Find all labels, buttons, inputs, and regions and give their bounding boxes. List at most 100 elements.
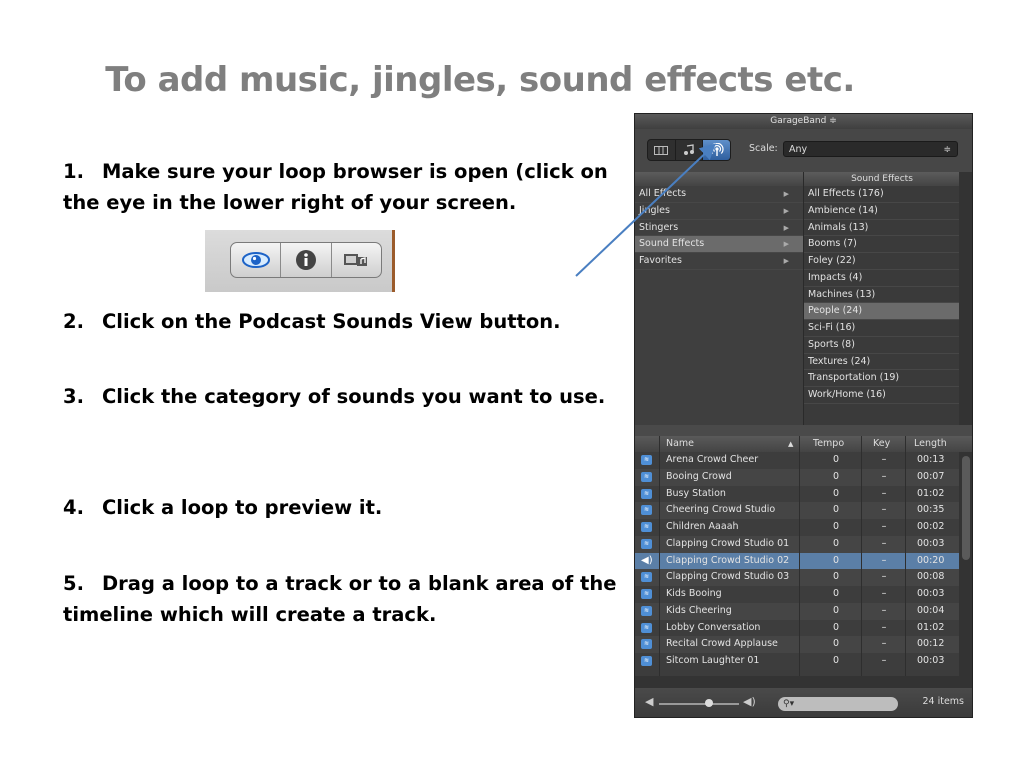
table-row-selected[interactable]: ◀) Clapping Crowd Studio 02 0–00:20 xyxy=(635,552,959,570)
pane-splitter[interactable] xyxy=(635,425,972,436)
search-input[interactable]: ⚲▾ xyxy=(778,697,898,711)
column-header-length[interactable]: Length xyxy=(914,436,947,452)
chevron-right-icon: ▶ xyxy=(783,223,789,232)
info-button[interactable] xyxy=(281,243,332,277)
preview-volume-slider[interactable] xyxy=(659,703,739,705)
subcategory-item[interactable]: Booms (7) xyxy=(804,236,960,253)
volume-low-icon: ◀ xyxy=(645,695,654,708)
step-text: Drag a loop to a track or to a blank are… xyxy=(63,572,617,626)
step-5: 5. Drag a loop to a track or to a blank a… xyxy=(63,568,623,630)
subcategory-item[interactable]: Machines (13) xyxy=(804,287,960,304)
sort-ascending-icon: ▲ xyxy=(788,440,794,448)
table-row[interactable]: ≋ Kids Cheering 0–00:04 xyxy=(635,602,959,620)
step-text: Click on the Podcast Sounds View button. xyxy=(101,310,561,333)
step-number: 3. xyxy=(63,385,84,408)
item-count: 24 items xyxy=(922,696,964,707)
media-browser-icon xyxy=(344,254,368,266)
chevron-right-icon: ▶ xyxy=(783,240,789,249)
table-row[interactable]: ≋ Lobby Conversation 0–01:02 xyxy=(635,619,959,637)
table-row[interactable]: ≋ Arena Crowd Cheer 0–00:13 xyxy=(635,452,959,469)
column-view-button[interactable] xyxy=(648,140,676,160)
speaker-playing-icon: ◀) xyxy=(641,554,653,566)
volume-slider-knob[interactable] xyxy=(705,699,713,707)
audio-loop-icon: ≋ xyxy=(641,488,652,499)
table-row[interactable]: ≋ Recital Crowd Applause 0–00:12 xyxy=(635,636,959,653)
subcategory-item[interactable]: Impacts (4) xyxy=(804,270,960,287)
column-header-key[interactable]: Key xyxy=(873,436,890,452)
subcategory-header: Sound Effects xyxy=(804,172,960,186)
step-text: Click a loop to preview it. xyxy=(101,496,383,519)
table-row[interactable]: ≋ Children Aaaah 0–00:02 xyxy=(635,519,959,536)
table-row[interactable]: ≋ Clapping Crowd Studio 03 0–00:08 xyxy=(635,569,959,586)
chevron-right-icon: ▶ xyxy=(783,257,789,265)
subcategory-item[interactable]: Textures (24) xyxy=(804,354,960,371)
subcategory-item[interactable]: Work/Home (16) xyxy=(804,387,960,404)
step-2: 2. Click on the Podcast Sounds View butto… xyxy=(63,306,623,337)
table-row[interactable]: ≋ Cheering Crowd Studio 0–00:35 xyxy=(635,502,959,519)
subcategory-item[interactable]: All Effects (176) xyxy=(804,186,960,203)
chevron-right-icon: ▶ xyxy=(783,206,789,215)
results-table-header: Name ▲ Tempo Key Length xyxy=(635,436,972,452)
audio-loop-icon: ≋ xyxy=(641,622,652,633)
loop-browser-eye-button[interactable] xyxy=(231,243,282,277)
subcategory-item[interactable]: Ambience (14) xyxy=(804,203,960,220)
subcategory-item[interactable]: Transportation (19) xyxy=(804,370,960,387)
audio-loop-icon: ≋ xyxy=(641,572,652,583)
results-table-body: ≋ Arena Crowd Cheer 0–00:13 ≋ Booing Crowd 0… xyxy=(635,452,959,682)
category-item-selected[interactable]: Sound Effects ▶ xyxy=(635,236,803,253)
slide-title: To add music, jingles, sound effects etc… xyxy=(105,60,855,100)
category-item[interactable]: Favorites ▶ xyxy=(635,253,803,270)
category-header-blank xyxy=(635,172,803,186)
step-number: 1. xyxy=(63,160,84,183)
step-number: 2. xyxy=(63,310,84,333)
audio-loop-icon: ≋ xyxy=(641,605,652,616)
podcast-sounds-button[interactable] xyxy=(703,140,730,160)
audio-loop-icon: ≋ xyxy=(641,656,652,666)
step-4: 4. Click a loop to preview it. xyxy=(63,492,623,523)
subcategory-item[interactable]: Sci-Fi (16) xyxy=(804,320,960,337)
dropdown-arrow-icon: ≑ xyxy=(943,145,951,155)
column-header-tempo[interactable]: Tempo xyxy=(813,436,844,452)
loop-browser-footer: ◀ ◀) ⚲▾ 24 items xyxy=(635,688,972,717)
step-1: 1. Make sure your loop browser is open (c… xyxy=(63,156,623,218)
scale-dropdown[interactable]: Any ≑ xyxy=(783,141,958,157)
step-text: Make sure your loop browser is open (cli… xyxy=(63,160,608,214)
audio-loop-icon: ≋ xyxy=(641,589,652,599)
table-row[interactable]: ≋ Busy Station 0–01:02 xyxy=(635,485,959,503)
subcategory-item[interactable]: Animals (13) xyxy=(804,220,960,237)
table-row[interactable]: ≋ Sitcom Laughter 01 0–00:03 xyxy=(635,653,959,670)
audio-loop-icon: ≋ xyxy=(641,522,652,532)
category-item[interactable]: Jingles ▶ xyxy=(635,203,803,220)
step-text: Click the category of sounds you want to… xyxy=(101,385,606,408)
search-icon: ⚲▾ xyxy=(783,699,795,709)
garageband-loop-browser: GarageBand ≑ Scale: Any ≑ All Effects ▶ Ji… xyxy=(634,113,973,718)
category-item[interactable]: Stingers ▶ xyxy=(635,220,803,237)
media-browser-button[interactable] xyxy=(332,243,381,277)
view-button-group xyxy=(647,139,731,161)
audio-loop-icon: ≋ xyxy=(641,455,652,465)
loop-browser-toolbar-screenshot xyxy=(205,230,395,292)
scale-value: Any xyxy=(789,144,808,155)
info-icon xyxy=(295,250,316,270)
table-row[interactable]: ≋ Kids Booing 0–00:03 xyxy=(635,586,959,603)
table-row[interactable]: ≋ Clapping Crowd Studio 01 0–00:03 xyxy=(635,535,959,553)
results-horizontal-scrollbar[interactable] xyxy=(635,676,972,688)
subcategory-item[interactable]: Foley (22) xyxy=(804,253,960,270)
audio-loop-icon: ≋ xyxy=(641,639,652,650)
category-list: All Effects ▶ Jingles ▶ Stingers ▶ Sound Ef… xyxy=(635,172,803,425)
window-title: GarageBand ≑ xyxy=(635,114,972,129)
category-item[interactable]: All Effects ▶ xyxy=(635,186,803,203)
scale-label: Scale: xyxy=(749,143,778,154)
results-scroll-thumb[interactable] xyxy=(962,456,970,560)
column-header-name[interactable]: Name xyxy=(666,436,694,452)
chevron-right-icon: ▶ xyxy=(783,190,789,198)
audio-loop-icon: ≋ xyxy=(641,538,652,549)
subcategory-item-selected[interactable]: People (24) xyxy=(804,303,960,320)
step-number: 5. xyxy=(63,572,84,595)
musical-loops-button[interactable] xyxy=(676,140,704,160)
table-row[interactable]: ≋ Booing Crowd 0–00:07 xyxy=(635,468,959,486)
subcategory-item[interactable]: Sports (8) xyxy=(804,337,960,354)
toolbar-button-group xyxy=(230,242,382,278)
category-scrollbar[interactable] xyxy=(959,172,972,425)
subcategory-list: Sound Effects All Effects (176) Ambience… xyxy=(803,172,960,425)
